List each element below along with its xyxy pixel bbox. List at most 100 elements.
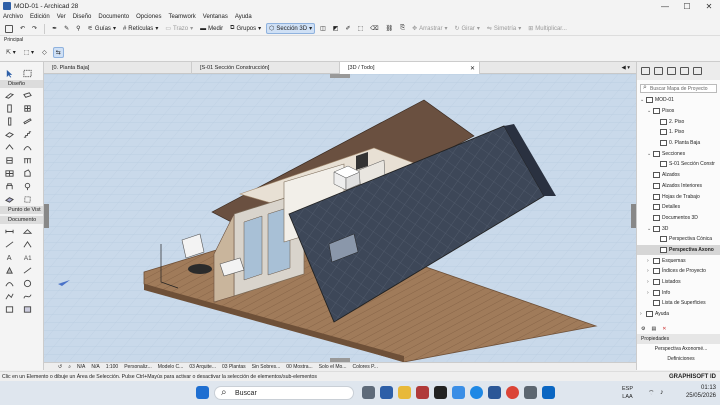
inject-icon[interactable]: ✎ [62, 23, 71, 34]
graphisoft-id-button[interactable]: GRAPHISOFT ID [669, 372, 716, 381]
properties-header[interactable]: Propiedades [637, 334, 720, 344]
app-icon-gray[interactable] [524, 386, 537, 399]
3d-viewport[interactable] [44, 74, 636, 362]
scale-value[interactable]: 1:100 [106, 364, 119, 370]
fill-icon[interactable]: ◩ [331, 23, 341, 34]
curtain-wall-tool-icon[interactable] [22, 90, 34, 100]
shell-tool-icon[interactable] [22, 142, 34, 152]
copy-icon[interactable]: ⎘ [398, 23, 407, 34]
guides-button[interactable]: ⚟ Guías ▾ [86, 23, 118, 34]
pointer-settings-icon[interactable]: ⇱ ▾ [4, 47, 18, 58]
menu-ventanas[interactable]: Ventanas [203, 14, 228, 20]
object-tool-icon[interactable] [3, 181, 15, 191]
pen-set-dropdown[interactable]: 03 Plantas [222, 364, 246, 370]
zoom-na-value[interactable]: N/A [77, 364, 85, 370]
tree-node[interactable]: Alzados Interiores [637, 181, 720, 192]
task-view-icon[interactable] [362, 386, 375, 399]
erase-icon[interactable]: ⌫ [368, 23, 380, 34]
tree-node[interactable]: ⌄ Pisos [637, 106, 720, 117]
zone-tool-icon[interactable] [3, 194, 15, 204]
close-tab-icon[interactable]: ✕ [470, 65, 475, 72]
app-icon-word[interactable] [542, 386, 555, 399]
pen-icon[interactable]: ✐ [343, 23, 352, 34]
arc-tool-icon[interactable] [3, 278, 15, 288]
marquee-tool-icon[interactable] [22, 68, 34, 78]
start-icon[interactable] [196, 386, 209, 399]
marquee-icon[interactable]: ⬚ [355, 23, 365, 34]
menu-diseno[interactable]: Diseño [73, 14, 92, 20]
polyline-tool-icon[interactable] [3, 291, 15, 301]
grids-button[interactable]: # Retículas ▾ [121, 23, 160, 34]
3d-model-canvas[interactable] [44, 74, 636, 362]
multiply-button[interactable]: ⊞ Multiplicar... [526, 23, 569, 34]
label-tool-icon[interactable]: A1 [22, 252, 34, 262]
level-dimension-tool-icon[interactable] [22, 226, 34, 236]
menu-ayuda[interactable]: Ayuda [235, 14, 252, 20]
left-scroll-handle[interactable] [44, 204, 49, 228]
window-tool-icon[interactable] [22, 103, 34, 113]
menu-archivo[interactable]: Archivo [3, 14, 23, 20]
new-view-icon[interactable]: ▤ [651, 326, 656, 332]
mirror-button[interactable]: ⇋ Simetría ▾ [485, 23, 523, 34]
rotate-button[interactable]: ↻ Girar ▾ [452, 23, 481, 34]
chrome-icon[interactable] [506, 386, 519, 399]
tree-node[interactable]: 2. Piso [637, 116, 720, 127]
tree-node[interactable]: Hojas de Trabajo [637, 191, 720, 202]
zoom-icon[interactable]: ⌕ [68, 364, 71, 370]
figure-tool-icon[interactable] [22, 304, 34, 314]
zoom-personalized-dropdown[interactable]: Personaliz... [124, 364, 152, 370]
tree-node[interactable]: S-01 Sección Constr [637, 159, 720, 170]
morph-tool-icon[interactable] [22, 168, 34, 178]
toolbox-section-documento[interactable]: Documento [0, 216, 43, 224]
layers-icon[interactable]: ◫ [318, 23, 328, 34]
tree-node[interactable]: Documentos 3D [637, 213, 720, 224]
archicad-taskbar-icon[interactable] [380, 386, 393, 399]
radial-dimension-tool-icon[interactable] [3, 239, 15, 249]
tree-node[interactable]: 1. Piso [637, 127, 720, 138]
clock[interactable]: 01:13 25/05/2026 [686, 384, 716, 400]
minimize-button[interactable]: — [654, 0, 676, 12]
section-3d-button[interactable]: ⬡ Sección 3D ▾ [266, 23, 316, 34]
tab-overflow-menu[interactable]: ◀ ▾ [613, 62, 636, 74]
app-icon-dark[interactable] [434, 386, 447, 399]
menu-edicion[interactable]: Edición [30, 14, 50, 20]
menu-opciones[interactable]: Opciones [136, 14, 161, 20]
maximize-button[interactable]: ☐ [676, 0, 698, 12]
angle-dimension-tool-icon[interactable] [22, 239, 34, 249]
volume-icon[interactable]: ♪ [660, 389, 664, 396]
tree-node[interactable]: Perspectiva Axono [637, 244, 720, 256]
navigator-settings-icon[interactable] [693, 67, 702, 75]
fill-tool-icon[interactable] [3, 265, 15, 275]
structural-display-dropdown[interactable]: Solo el Mo... [319, 364, 347, 370]
layout-book-icon[interactable] [667, 67, 676, 75]
arrow-tool-icon[interactable] [3, 68, 15, 78]
drawing-tool-icon[interactable] [3, 304, 15, 314]
magic-wand-icon[interactable]: ⚲ [74, 23, 82, 34]
tree-node[interactable]: ⌄ Secciones [637, 148, 720, 159]
tree-node[interactable]: › Índices de Proyecto [637, 266, 720, 277]
wall-tool-icon[interactable] [3, 90, 15, 100]
project-map-icon[interactable] [641, 67, 650, 75]
file-explorer-icon[interactable] [398, 386, 411, 399]
measure-button[interactable]: ▬ Medir [198, 23, 225, 34]
angle-na-value[interactable]: N/A [91, 364, 99, 370]
tab-seccion[interactable]: [S-01 Sección Construcción] [192, 62, 340, 74]
app-icon-store[interactable] [488, 386, 501, 399]
arrow-mode-icon[interactable]: ⇆ [52, 47, 64, 58]
undo-view-icon[interactable]: ↺ [58, 364, 62, 370]
project-map-search[interactable]: Buscar Mapa de Proyecto [640, 84, 717, 93]
redo-icon[interactable]: ↷ [30, 23, 39, 34]
tree-node[interactable]: ⌄ 3D [637, 223, 720, 234]
toolbox-section-viewpoint[interactable]: Punto de Vist [0, 206, 43, 214]
taskbar-search[interactable]: Buscar [214, 386, 354, 400]
tree-node[interactable]: › Listados [637, 277, 720, 288]
railing-tool-icon[interactable] [22, 155, 34, 165]
renovation-filter-dropdown[interactable]: 00 Mostra... [286, 364, 312, 370]
definitions-button[interactable]: Definiciones [637, 354, 720, 364]
tree-node[interactable]: Alzados [637, 170, 720, 181]
close-window-button[interactable]: ✕ [698, 0, 720, 12]
layer-combination-dropdown[interactable]: 03 Arquite... [189, 364, 216, 370]
app-icon-red[interactable] [416, 386, 429, 399]
text-tool-icon[interactable]: A [3, 252, 15, 262]
tree-node[interactable]: 0. Planta Baja [637, 138, 720, 149]
